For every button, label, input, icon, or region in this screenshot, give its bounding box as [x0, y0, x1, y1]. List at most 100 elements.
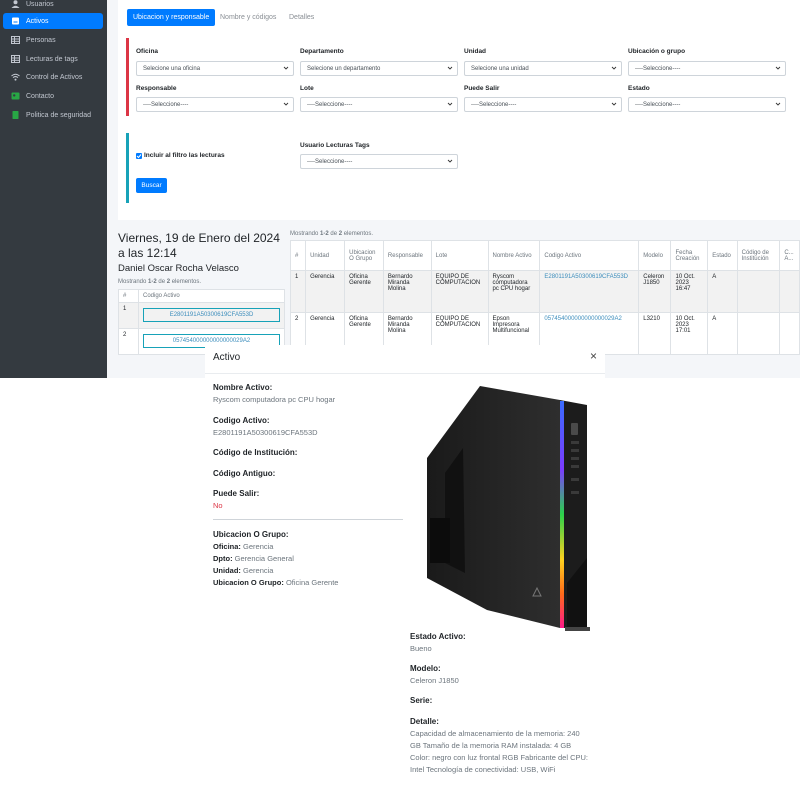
- cell-codigo-link[interactable]: E2801191A50300619CFA553D: [539, 270, 640, 313]
- buscar-button[interactable]: Buscar: [136, 178, 167, 193]
- main-table: # Unidad Ubicacion O Grupo Responsable L…: [289, 240, 800, 355]
- cell-modelo: L3210: [638, 312, 672, 355]
- showing-mid: de: [328, 231, 339, 237]
- select-value: ----Seleccione----: [635, 101, 681, 108]
- close-icon[interactable]: ×: [590, 350, 597, 362]
- col-header-sortable[interactable]: Código de Institución: [736, 240, 781, 271]
- col-header-sortable[interactable]: Modelo: [638, 240, 672, 271]
- puede-salir-select[interactable]: ----Seleccione----: [464, 97, 622, 112]
- row-number: 2: [118, 328, 139, 355]
- puede-salir-label: Puede Salir:: [213, 489, 260, 498]
- sidebar-item-label: Personas: [26, 36, 56, 44]
- table-header-row: # Codigo Activo: [118, 289, 285, 303]
- unidad-label: Unidad: [464, 48, 487, 55]
- cell-lote: EQUIPO DE COMPUTACION: [430, 270, 489, 313]
- document-icon: [11, 111, 20, 119]
- sidebar-item-usuarios[interactable]: Usuarios: [3, 0, 103, 12]
- select-value: ----Seleccione----: [307, 101, 353, 108]
- sidebar-item-personas[interactable]: Personas: [3, 32, 103, 48]
- tab-ubicacion-y-responsable[interactable]: Ubicacion y responsable: [127, 9, 216, 26]
- codigo-activo-link[interactable]: E2801191A50300619CFA553D: [143, 308, 280, 322]
- lote-label: Lote: [300, 85, 314, 92]
- contact-icon: [11, 92, 20, 100]
- chevron-down-icon: [283, 66, 289, 70]
- ubicacion-value: Oficina Gerente: [285, 578, 339, 587]
- report-date: Viernes, 19 de Enero del 2024 a las 12:1…: [118, 231, 280, 260]
- cell-extra: [779, 270, 800, 313]
- col-header-sortable[interactable]: Fecha Creación: [670, 240, 709, 271]
- chevron-down-icon: [283, 102, 289, 106]
- tab-detalles[interactable]: Detalles: [283, 9, 320, 26]
- sidebar-item-control-de-activos[interactable]: Control de Activos: [3, 69, 103, 85]
- oficina-select[interactable]: Selecione una oficina: [136, 61, 294, 76]
- showing-suffix: elementos.: [342, 231, 374, 237]
- cell-ubicacion: Oficina Gerente: [344, 270, 384, 313]
- oficina-key: Oficina:: [213, 542, 241, 551]
- showing-prefix: Mostrando: [118, 279, 149, 285]
- estado-activo-value: Bueno: [410, 644, 432, 653]
- chevron-down-icon: [447, 66, 453, 70]
- responsable-label: Responsable: [136, 85, 177, 92]
- table-row[interactable]: 1 Gerencia Oficina Gerente Bernardo Mira…: [289, 270, 800, 313]
- usuario-lecturas-label: Usuario Lecturas Tags: [300, 142, 370, 149]
- user-icon: [11, 0, 20, 8]
- showing-suffix: elementos.: [170, 279, 202, 285]
- code-cell: E2801191A50300619CFA553D: [138, 302, 285, 329]
- dpto-key: Dpto:: [213, 554, 233, 563]
- chevron-down-icon: [447, 102, 453, 106]
- nombre-activo-label: Nombre Activo:: [213, 383, 273, 392]
- ubicacion-grupo-label: Ubicacion O Grupo:: [213, 530, 289, 539]
- cell-fecha: 10 Oct. 2023 17:01: [670, 312, 709, 355]
- cell-estado: A: [707, 270, 738, 313]
- col-header-sortable[interactable]: Nombre Activo: [487, 240, 541, 271]
- estado-activo-label: Estado Activo:: [410, 632, 466, 641]
- showing-prefix: Mostrando: [290, 231, 321, 237]
- detalle-line: Intel Tecnología de conectividad: USB, W…: [410, 765, 556, 774]
- unidad-select[interactable]: Selecione una unidad: [464, 61, 622, 76]
- dpto-value: Gerencia General: [234, 554, 294, 563]
- chevron-down-icon: [611, 102, 617, 106]
- select-value: ----Seleccione----: [471, 101, 517, 108]
- sidebar-item-politica-de-seguridad[interactable]: Politica de seguridad: [3, 107, 103, 123]
- modelo-label: Modelo:: [410, 664, 441, 673]
- table-icon: [11, 36, 20, 44]
- select-value: Selecione una oficina: [143, 65, 201, 72]
- modelo-value: Celeron J1850: [410, 676, 459, 685]
- codigo-activo-label: Codigo Activo:: [213, 416, 270, 425]
- cell-institucion: [736, 270, 781, 313]
- lote-select[interactable]: ----Seleccione----: [300, 97, 458, 112]
- cell-unidad: Gerencia: [305, 270, 346, 313]
- ubicacion-key: Ubicacion O Grupo:: [213, 578, 284, 587]
- estado-select[interactable]: ----Seleccione----: [628, 97, 786, 112]
- col-header-sortable[interactable]: C... A...: [779, 240, 800, 271]
- unidad-key: Unidad:: [213, 566, 241, 575]
- lecturas-checkbox[interactable]: [136, 153, 142, 159]
- usuario-lecturas-select[interactable]: ----Seleccione----: [300, 154, 458, 169]
- sidebar-item-label: Contacto: [26, 92, 55, 100]
- tab-label: Detalles: [289, 14, 315, 21]
- cell-estado: A: [707, 312, 738, 355]
- box-icon: [11, 17, 20, 25]
- main-content: Ubicacion y responsable Nombre y códigos…: [107, 0, 800, 378]
- ubicacion-line: Ubicacion O Grupo: Oficina Gerente: [213, 578, 338, 587]
- detalle-line: Color: negro con luz frontal RGB Fabrica…: [410, 753, 588, 762]
- sidebar-item-contacto[interactable]: Contacto: [3, 88, 103, 104]
- responsable-select[interactable]: ----Seleccione----: [136, 97, 294, 112]
- nombre-activo-value: Ryscom computadora pc CPU hogar: [213, 395, 336, 404]
- sidebar-item-lecturas-de-tags[interactable]: Lecturas de tags: [3, 51, 103, 67]
- lecturas-checkbox-label: Incluir al filtro las lecturas: [144, 152, 225, 159]
- col-header-sortable[interactable]: Estado: [707, 240, 738, 271]
- tab-nombre-y-codigos[interactable]: Nombre y códigos: [214, 9, 282, 26]
- departamento-select[interactable]: Selecione un departamento: [300, 61, 458, 76]
- tab-label: Nombre y códigos: [220, 14, 277, 21]
- dpto-line: Dpto: Gerencia General: [213, 554, 294, 563]
- col-header-sortable[interactable]: Codigo Activo: [138, 289, 285, 303]
- sidebar-item-activos[interactable]: Activos: [3, 13, 103, 29]
- ubicacion-grupo-select[interactable]: ----Seleccione----: [628, 61, 786, 76]
- sidebar-item-label: Politica de seguridad: [26, 111, 91, 119]
- check-icon: [136, 154, 142, 159]
- wifi-icon: [11, 73, 20, 81]
- ubicacion-grupo-label: Ubicación o grupo: [628, 48, 686, 55]
- sidebar-item-label: Activos: [26, 17, 49, 25]
- col-header-sortable[interactable]: Codigo Activo: [539, 240, 640, 271]
